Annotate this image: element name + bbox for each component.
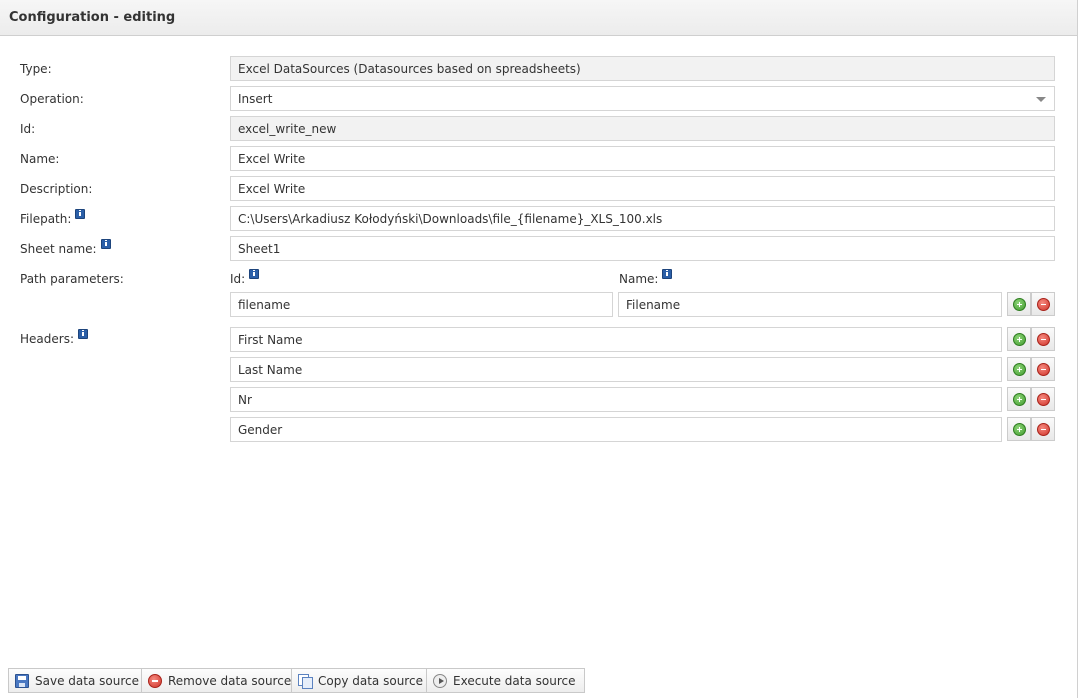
save-data-source-button[interactable]: Save data source — [8, 668, 148, 693]
add-header-button[interactable] — [1007, 357, 1031, 381]
copy-icon — [298, 674, 313, 689]
info-icon[interactable] — [249, 269, 260, 279]
remove-path-param-button[interactable] — [1031, 292, 1055, 316]
minus-circle-icon — [1037, 363, 1050, 376]
filepath-input[interactable] — [238, 212, 1047, 226]
description-input[interactable] — [238, 182, 1047, 196]
minus-circle-icon — [1037, 333, 1050, 346]
path-param-name-input[interactable] — [626, 298, 994, 312]
chevron-down-icon[interactable] — [1036, 97, 1046, 102]
execute-data-source-label: Execute data source — [453, 674, 576, 688]
description-field[interactable] — [230, 176, 1055, 201]
sheet-name-input[interactable] — [238, 242, 1047, 256]
info-icon[interactable] — [75, 209, 86, 219]
type-value: Excel DataSources (Datasources based on … — [238, 62, 581, 76]
filepath-field[interactable] — [230, 206, 1055, 231]
plus-circle-icon — [1013, 333, 1026, 346]
minus-circle-icon — [1037, 393, 1050, 406]
operation-select[interactable]: Insert — [230, 86, 1055, 111]
header-input[interactable] — [238, 423, 994, 437]
remove-icon — [148, 674, 162, 688]
header-field[interactable] — [230, 357, 1002, 382]
save-icon — [15, 674, 29, 688]
copy-data-source-label: Copy data source — [318, 674, 423, 688]
type-label: Type: — [20, 62, 52, 76]
configuration-window: Configuration - editing Type: Excel Data… — [0, 0, 1078, 698]
plus-circle-icon — [1013, 363, 1026, 376]
execute-data-source-button[interactable]: Execute data source — [426, 668, 585, 693]
plus-circle-icon — [1013, 298, 1026, 311]
path-param-id-header: Id: — [230, 269, 260, 286]
header-input[interactable] — [238, 393, 994, 407]
path-param-id-header-text: Id: — [230, 272, 246, 286]
id-label: Id: — [20, 122, 36, 136]
operation-label: Operation: — [20, 92, 84, 106]
add-header-button[interactable] — [1007, 387, 1031, 411]
header-field[interactable] — [230, 417, 1002, 442]
path-param-name-field[interactable] — [618, 292, 1002, 317]
remove-header-button[interactable] — [1031, 357, 1055, 381]
info-icon[interactable] — [78, 329, 88, 339]
path-param-name-header-text: Name: — [619, 272, 659, 286]
type-field: Excel DataSources (Datasources based on … — [230, 56, 1055, 81]
id-field: excel_write_new — [230, 116, 1055, 141]
path-param-id-input[interactable] — [238, 298, 605, 312]
plus-circle-icon — [1013, 423, 1026, 436]
operation-value: Insert — [238, 92, 273, 106]
header-input[interactable] — [238, 333, 994, 347]
info-icon[interactable] — [662, 269, 673, 279]
header-field[interactable] — [230, 327, 1002, 352]
minus-circle-icon — [1037, 298, 1050, 311]
title-bar: Configuration - editing — [0, 0, 1077, 36]
copy-data-source-button[interactable]: Copy data source — [291, 668, 432, 693]
footer-toolbar: Save data source Remove data source Copy… — [0, 662, 1077, 698]
sheet-name-field[interactable] — [230, 236, 1055, 261]
name-label: Name: — [20, 152, 60, 166]
filepath-label-text: Filepath: — [20, 212, 72, 226]
sheet-name-label: Sheet name: — [20, 239, 111, 256]
window-title: Configuration - editing — [9, 10, 176, 25]
minus-circle-icon — [1037, 423, 1050, 436]
filepath-label: Filepath: — [20, 209, 86, 226]
add-header-button[interactable] — [1007, 417, 1031, 441]
name-field[interactable] — [230, 146, 1055, 171]
name-input[interactable] — [238, 152, 1047, 166]
remove-header-button[interactable] — [1031, 387, 1055, 411]
plus-circle-icon — [1013, 393, 1026, 406]
add-path-param-button[interactable] — [1007, 292, 1031, 316]
remove-header-button[interactable] — [1031, 417, 1055, 441]
info-icon[interactable] — [100, 239, 111, 249]
path-param-name-header: Name: — [619, 269, 673, 286]
sheet-name-label-text: Sheet name: — [20, 242, 97, 256]
remove-data-source-label: Remove data source — [168, 674, 292, 688]
remove-header-button[interactable] — [1031, 327, 1055, 351]
add-header-button[interactable] — [1007, 327, 1031, 351]
save-data-source-label: Save data source — [35, 674, 139, 688]
header-input[interactable] — [238, 363, 994, 377]
headers-label: Headers: — [20, 329, 88, 346]
header-field[interactable] — [230, 387, 1002, 412]
id-value: excel_write_new — [238, 122, 337, 136]
headers-label-text: Headers: — [20, 332, 74, 346]
description-label: Description: — [20, 182, 93, 196]
path-parameters-label: Path parameters: — [20, 272, 124, 286]
path-param-id-field[interactable] — [230, 292, 613, 317]
play-icon — [433, 674, 447, 688]
remove-data-source-button[interactable]: Remove data source — [141, 668, 301, 693]
